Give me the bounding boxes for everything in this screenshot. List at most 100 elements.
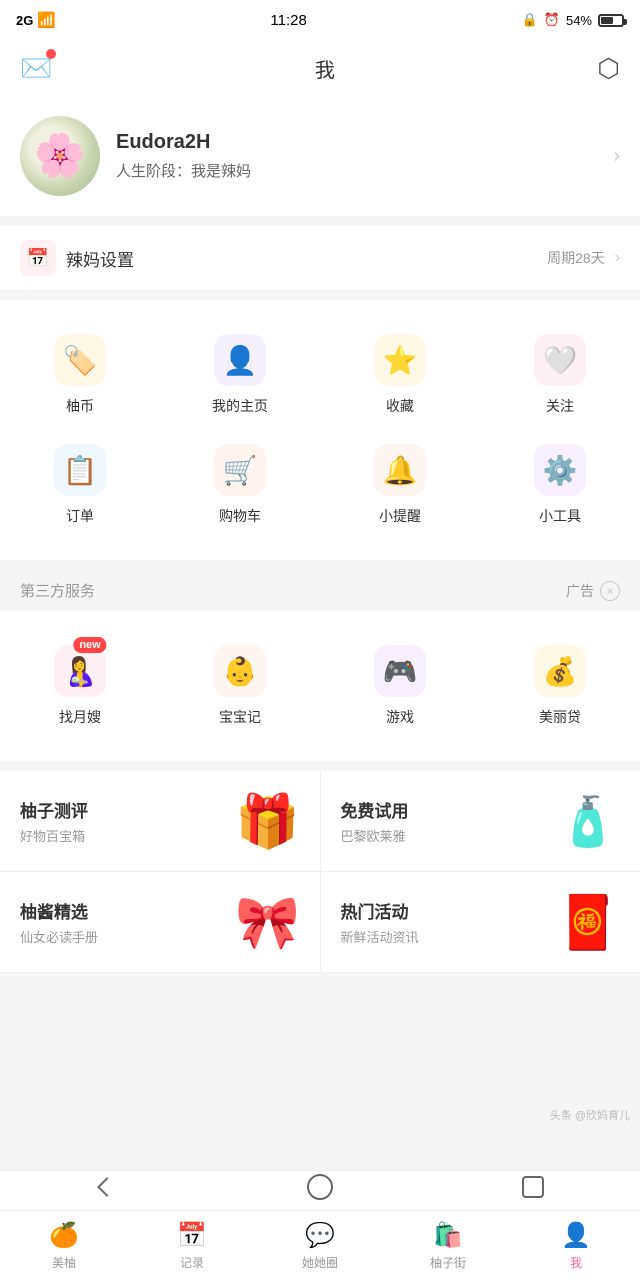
game-label: 游戏 xyxy=(386,707,414,727)
nav-item-circle[interactable]: 💬 她她圈 xyxy=(256,1211,384,1280)
promo-row-1: 柚子测评 好物百宝箱 🎁 免费试用 巴黎欧莱雅 🧴 xyxy=(0,771,640,872)
promo-review-subtitle: 好物百宝箱 xyxy=(20,826,88,845)
calendar-icon: 📅 xyxy=(20,240,56,276)
game-icon: 🎮 xyxy=(374,645,426,697)
promo-card-selection[interactable]: 柚酱精选 仙女必读手册 🎀 xyxy=(0,872,321,972)
promo-card-review[interactable]: 柚子测评 好物百宝箱 🎁 xyxy=(0,771,321,871)
promo-activity-title: 热门活动 xyxy=(341,898,419,923)
homepage-label: 我的主页 xyxy=(212,396,268,416)
street-nav-icon: 🛍️ xyxy=(433,1221,463,1250)
street-nav-label: 柚子街 xyxy=(430,1254,466,1271)
settings-period: 周期28天 xyxy=(547,248,605,268)
promo-selection-title: 柚酱精选 xyxy=(20,898,98,923)
profile-username: Eudora2H xyxy=(116,131,597,154)
grid-item-order[interactable]: 📋 订单 xyxy=(0,430,160,540)
status-right: 🔒 ⏰ 54% xyxy=(522,12,624,28)
promo-review-title: 柚子测评 xyxy=(20,797,88,822)
settings-chevron-icon: › xyxy=(615,249,620,267)
remind-icon: 🔔 xyxy=(374,444,426,496)
promo-trial-title: 免费试用 xyxy=(341,797,409,822)
battery-percent: 54% xyxy=(566,13,592,28)
settings-title: 辣妈设置 xyxy=(66,246,537,271)
nanny-label: 找月嫂 xyxy=(59,707,101,727)
collect-icon: ⭐ xyxy=(374,334,426,386)
profile-chevron-icon: › xyxy=(613,145,620,168)
profile-section[interactable]: Eudora2H 人生阶段：我是辣妈 › xyxy=(0,96,640,216)
collect-label: 收藏 xyxy=(386,396,414,416)
back-button[interactable] xyxy=(91,1171,123,1203)
coin-icon: 🏷️ xyxy=(54,334,106,386)
circle-nav-label: 她她圈 xyxy=(302,1254,338,1271)
grid-item-homepage[interactable]: 👤 我的主页 xyxy=(160,320,320,430)
homepage-icon: 👤 xyxy=(214,334,266,386)
top-nav: ✉️ 我 ⬡ xyxy=(0,40,640,96)
recents-button[interactable] xyxy=(517,1171,549,1203)
diary-nav-icon: 📅 xyxy=(177,1221,207,1250)
promo-selection-image: 🎀 xyxy=(236,890,300,954)
home-button[interactable] xyxy=(304,1171,336,1203)
nav-item-diary[interactable]: 📅 记录 xyxy=(128,1211,256,1280)
mail-badge xyxy=(46,49,56,59)
promo-selection-subtitle: 仙女必读手册 xyxy=(20,927,98,946)
third-party-label: 第三方服务 xyxy=(20,580,95,601)
new-badge: new xyxy=(73,637,106,653)
status-bar: 2G 📶 11:28 🔒 ⏰ 54% xyxy=(0,0,640,40)
cart-label: 购物车 xyxy=(219,506,261,526)
battery-icon xyxy=(598,14,624,27)
settings-icon: ⬡ xyxy=(597,53,620,83)
ad-label: 广告 xyxy=(566,581,594,601)
bottom-nav: 🍊 美柚 📅 记录 💬 她她圈 🛍️ 柚子街 👤 我 xyxy=(0,1210,640,1280)
signal-text: 2G 📶 xyxy=(16,11,56,29)
nav-item-street[interactable]: 🛍️ 柚子街 xyxy=(384,1211,512,1280)
beauty-label: 美丽贷 xyxy=(539,707,581,727)
time-display: 11:28 xyxy=(270,12,306,29)
grid-item-beauty[interactable]: 💰 美丽贷 xyxy=(480,631,640,741)
home-nav-icon: 🍊 xyxy=(49,1221,79,1250)
nav-item-me[interactable]: 👤 我 xyxy=(512,1211,640,1280)
ad-close-button[interactable]: × xyxy=(600,581,620,601)
grid-item-game[interactable]: 🎮 游戏 xyxy=(320,631,480,741)
grid-item-collect[interactable]: ⭐ 收藏 xyxy=(320,320,480,430)
grid-item-cart[interactable]: 🛒 购物车 xyxy=(160,430,320,540)
beauty-icon: 💰 xyxy=(534,645,586,697)
grid-item-follow[interactable]: 🤍 关注 xyxy=(480,320,640,430)
alarm-icon: ⏰ xyxy=(544,12,560,28)
baby-label: 宝宝记 xyxy=(219,707,261,727)
page-title: 我 xyxy=(315,54,335,83)
promo-card-trial[interactable]: 免费试用 巴黎欧莱雅 🧴 xyxy=(321,771,640,871)
grid-item-tools[interactable]: ⚙️ 小工具 xyxy=(480,430,640,540)
grid-item-coin[interactable]: 🏷️ 柚币 xyxy=(0,320,160,430)
me-nav-icon: 👤 xyxy=(561,1221,591,1250)
order-label: 订单 xyxy=(66,506,94,526)
promo-section: 柚子测评 好物百宝箱 🎁 免费试用 巴黎欧莱雅 🧴 柚酱精选 仙女必读手册 xyxy=(0,771,640,973)
lock-icon: 🔒 xyxy=(522,12,538,28)
me-nav-label: 我 xyxy=(570,1254,582,1271)
promo-trial-subtitle: 巴黎欧莱雅 xyxy=(341,826,409,845)
grid-item-nanny[interactable]: new 🤱 找月嫂 xyxy=(0,631,160,741)
promo-row-2: 柚酱精选 仙女必读手册 🎀 热门活动 新鲜活动资讯 🧧 xyxy=(0,872,640,973)
promo-card-activity[interactable]: 热门活动 新鲜活动资讯 🧧 xyxy=(321,872,640,972)
baby-icon: 👶 xyxy=(214,645,266,697)
nav-item-home[interactable]: 🍊 美柚 xyxy=(0,1211,128,1280)
avatar xyxy=(20,116,100,196)
tools-icon: ⚙️ xyxy=(534,444,586,496)
grid-item-baby[interactable]: 👶 宝宝记 xyxy=(160,631,320,741)
order-icon: 📋 xyxy=(54,444,106,496)
settings-bar[interactable]: 📅 辣妈设置 周期28天 › xyxy=(0,226,640,290)
quick-grid: 🏷️ 柚币 👤 我的主页 ⭐ 收藏 🤍 关注 📋 订单 🛒 购物车 🔔 xyxy=(0,300,640,560)
grid-item-remind[interactable]: 🔔 小提醒 xyxy=(320,430,480,540)
cart-icon: 🛒 xyxy=(214,444,266,496)
settings-button[interactable]: ⬡ xyxy=(597,53,620,84)
remind-label: 小提醒 xyxy=(379,506,421,526)
third-party-grid: new 🤱 找月嫂 👶 宝宝记 🎮 游戏 💰 美丽贷 xyxy=(0,611,640,761)
mail-button[interactable]: ✉️ xyxy=(20,53,52,84)
profile-stage: 人生阶段：我是辣妈 xyxy=(116,160,597,181)
profile-info: Eudora2H 人生阶段：我是辣妈 xyxy=(116,131,597,181)
third-party-header: 第三方服务 广告 × xyxy=(0,570,640,611)
promo-activity-subtitle: 新鲜活动资讯 xyxy=(341,927,419,946)
circle-nav-icon: 💬 xyxy=(305,1221,335,1250)
watermark: 头条 @欣妈育儿 xyxy=(0,1103,640,1127)
promo-review-image: 🎁 xyxy=(236,789,300,853)
promo-trial-image: 🧴 xyxy=(556,789,620,853)
follow-label: 关注 xyxy=(546,396,574,416)
